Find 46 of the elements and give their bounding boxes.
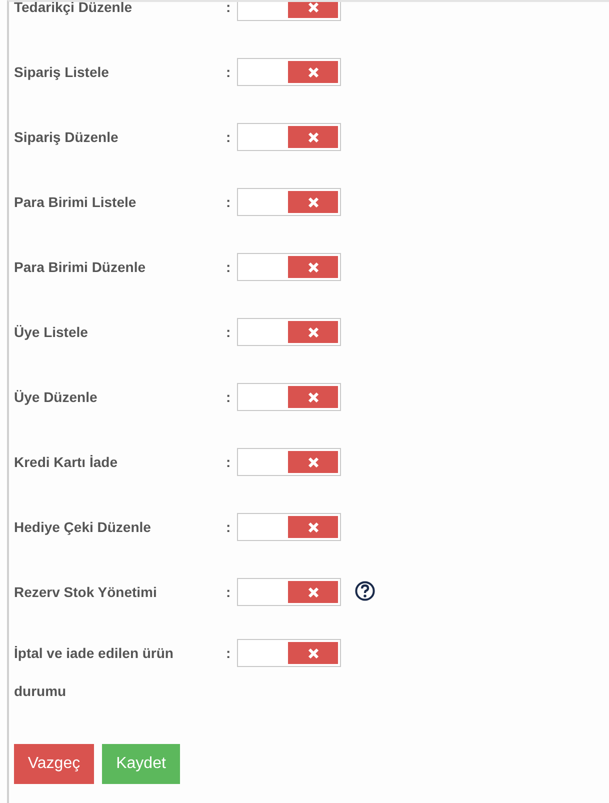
close-icon [308, 66, 318, 78]
help-icon[interactable] [355, 581, 375, 601]
close-icon [308, 262, 318, 272]
permission-label: Üye Listele [14, 323, 89, 342]
close-icon [308, 326, 318, 338]
toggle-switch[interactable] [237, 448, 341, 476]
permission-label: Tedarikçi Düzenle [14, 2, 134, 17]
toggle-switch[interactable] [237, 578, 341, 606]
toggle-switch[interactable] [237, 639, 341, 667]
colon: : [226, 388, 232, 407]
cancel-button[interactable]: Vazgeç [14, 744, 94, 784]
close-icon [308, 522, 318, 532]
close-icon [308, 132, 318, 142]
close-icon [308, 196, 318, 208]
permission-label: Para Birimi Düzenle [14, 258, 146, 277]
colon: : [226, 258, 232, 277]
close-icon [308, 456, 318, 468]
toggle-switch[interactable] [237, 383, 341, 411]
permission-label: Sipariş Listele [14, 63, 110, 82]
colon: : [226, 63, 232, 82]
save-button[interactable]: Kaydet [102, 744, 180, 784]
permission-label: Hediye Çeki Düzenle [14, 518, 152, 537]
close-icon [308, 586, 318, 598]
toggle-switch[interactable] [237, 123, 341, 151]
colon: : [226, 644, 232, 663]
colon: : [226, 583, 232, 602]
toggle-switch[interactable] [237, 513, 341, 541]
permission-label: Para Birimi Listele [14, 193, 138, 212]
colon: : [226, 518, 232, 537]
permission-label: Sipariş Düzenle [14, 128, 120, 147]
colon: : [226, 2, 232, 17]
permission-label: Üye Düzenle [14, 388, 98, 407]
toggle-switch[interactable] [237, 318, 341, 346]
toggle-switch[interactable] [237, 253, 341, 281]
close-icon [308, 2, 318, 12]
colon: : [226, 193, 232, 212]
toggle-switch[interactable] [237, 188, 341, 216]
colon: : [226, 128, 232, 147]
permission-label: Kredi Kartı İade [14, 453, 118, 472]
permission-label: İptal ve iade edilen ürün durumu [14, 644, 174, 701]
colon: : [226, 323, 232, 342]
close-icon [308, 648, 318, 658]
toggle-switch[interactable] [237, 58, 341, 86]
permission-label: Rezerv Stok Yönetimi [14, 583, 158, 602]
colon: : [226, 453, 232, 472]
close-icon [308, 392, 318, 402]
